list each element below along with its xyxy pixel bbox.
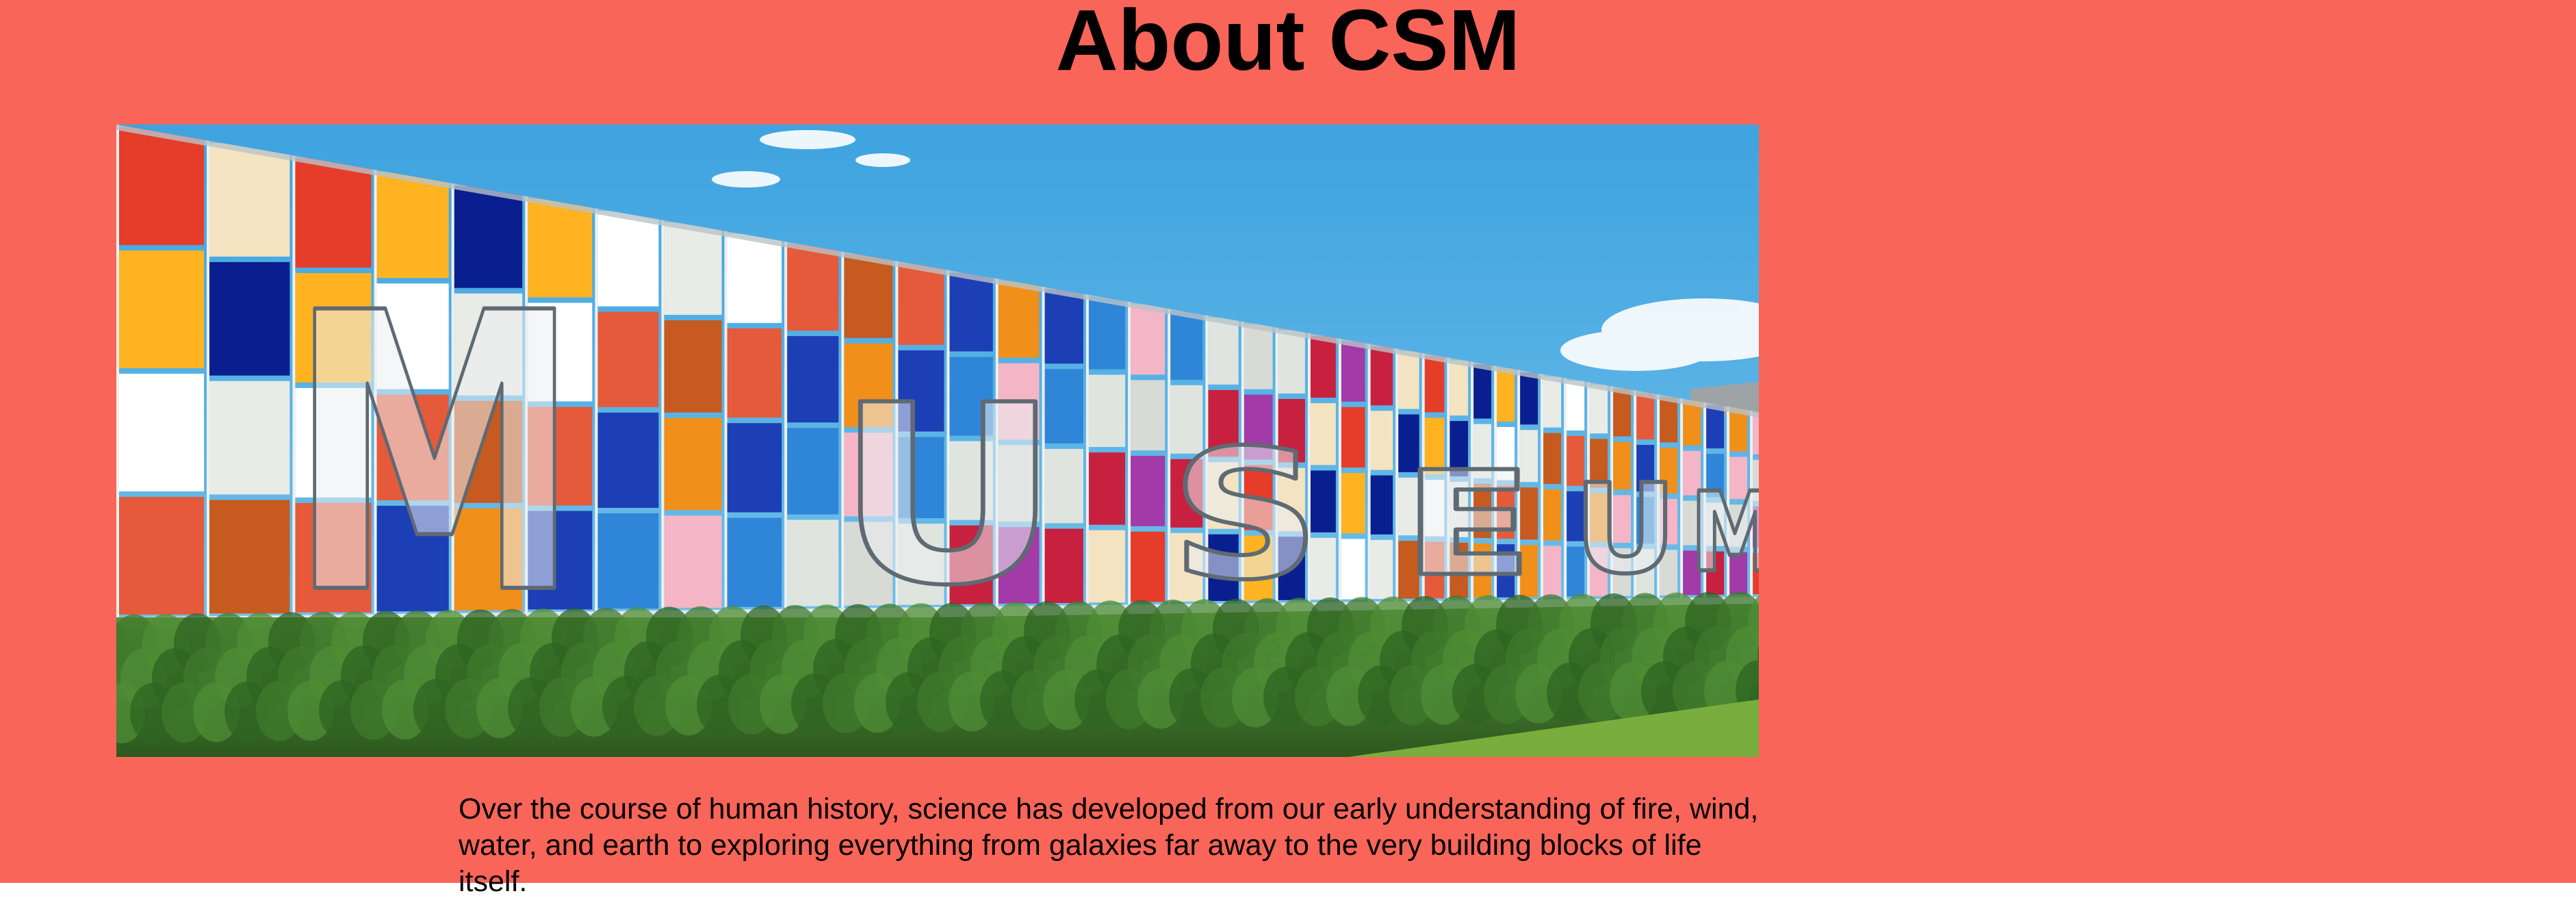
sign-letter-u: U <box>1574 458 1677 601</box>
about-paragraph: Over the course of human history, scienc… <box>459 793 1759 898</box>
page-title: About CSM <box>1055 0 1521 88</box>
sign-letter-m: M <box>1690 468 1759 596</box>
sign-letter-e: E <box>1403 441 1533 608</box>
sign-letter-s: S <box>1170 413 1321 619</box>
museum-hero-image: MUSEUM <box>116 125 1759 757</box>
sign-letter-u: U <box>835 352 1061 639</box>
